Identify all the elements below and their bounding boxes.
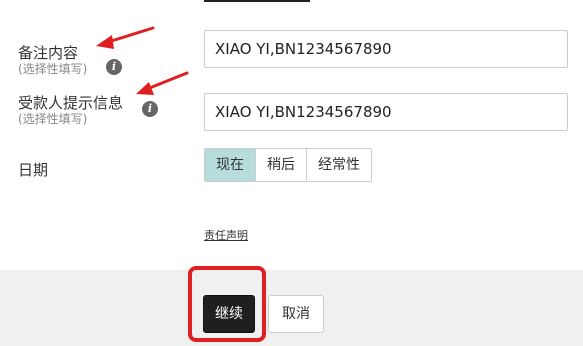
annotation-arrows xyxy=(96,26,189,95)
arrow-icon xyxy=(96,26,155,49)
arrow-icon xyxy=(136,71,189,95)
